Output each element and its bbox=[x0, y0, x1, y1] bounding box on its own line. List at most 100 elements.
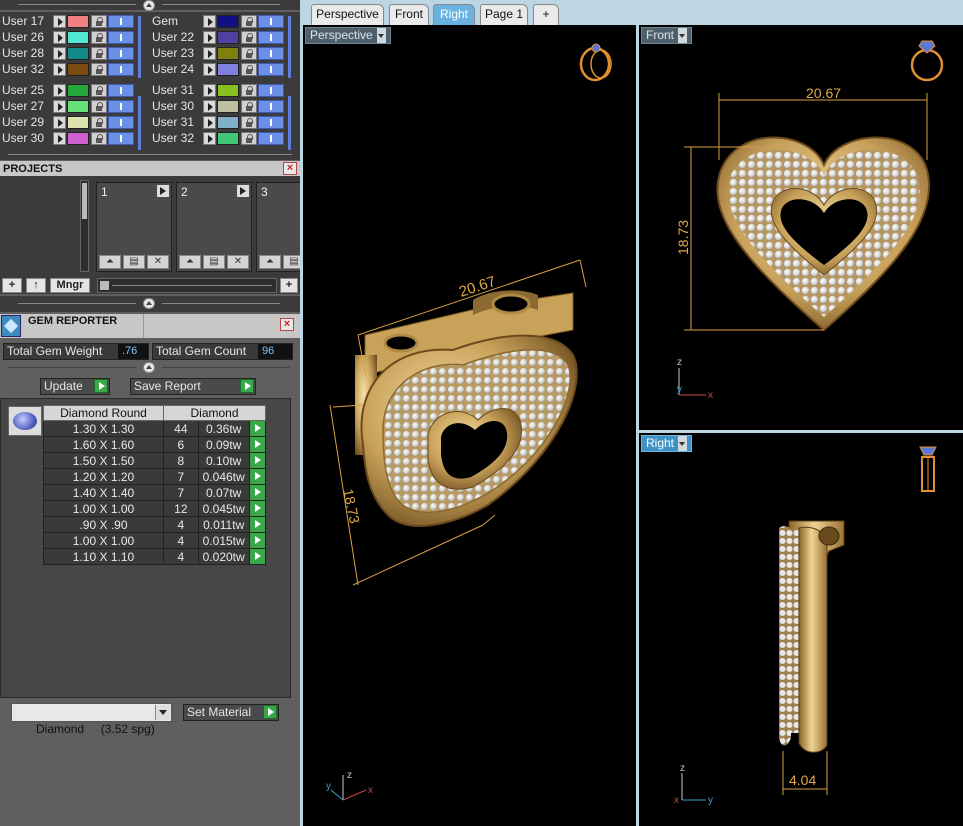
layer-row[interactable]: User 31 bbox=[150, 83, 295, 98]
lock-icon[interactable] bbox=[91, 132, 107, 145]
lock-icon[interactable] bbox=[241, 116, 257, 129]
layer-row[interactable]: User 23 bbox=[150, 46, 295, 61]
layer-color-swatch[interactable] bbox=[217, 63, 239, 76]
gem-row-play-icon[interactable] bbox=[248, 436, 267, 453]
layer-expand-icon[interactable] bbox=[203, 116, 216, 129]
save-report-button[interactable]: Save Report bbox=[130, 378, 256, 395]
tab-front[interactable]: Front bbox=[389, 4, 429, 25]
layer-color-swatch[interactable] bbox=[217, 116, 239, 129]
gem-table-row[interactable]: 1.40 X 1.40 7 0.07tw bbox=[43, 484, 267, 501]
layer-row[interactable]: User 30 bbox=[0, 131, 145, 146]
layer-row[interactable]: User 22 bbox=[150, 30, 295, 45]
layer-expand-icon[interactable] bbox=[203, 15, 216, 28]
layer-color-swatch[interactable] bbox=[67, 100, 89, 113]
layer-color-swatch[interactable] bbox=[67, 84, 89, 97]
collapse-arrow-icon[interactable] bbox=[143, 0, 155, 11]
gem-table-row[interactable]: 1.10 X 1.10 4 0.020tw bbox=[43, 548, 267, 565]
layer-color-swatch[interactable] bbox=[67, 31, 89, 44]
layers-projects-divider[interactable] bbox=[0, 150, 300, 160]
layer-visibility-toggle[interactable] bbox=[108, 47, 134, 60]
gem-reporter-collapse[interactable] bbox=[0, 362, 300, 374]
add-project-button[interactable]: + bbox=[2, 278, 22, 293]
layer-color-swatch[interactable] bbox=[217, 100, 239, 113]
layer-visibility-toggle[interactable] bbox=[108, 84, 134, 97]
gem-table-row[interactable]: 1.50 X 1.50 8 0.10tw bbox=[43, 452, 267, 469]
layer-visibility-toggle[interactable] bbox=[258, 132, 284, 145]
layer-expand-icon[interactable] bbox=[203, 100, 216, 113]
layer-row[interactable]: User 31 bbox=[150, 115, 295, 130]
layer-expand-icon[interactable] bbox=[53, 31, 66, 44]
lock-icon[interactable] bbox=[241, 31, 257, 44]
project-delete-icon[interactable]: ✕ bbox=[227, 255, 249, 269]
layer-visibility-toggle[interactable] bbox=[258, 47, 284, 60]
gem-table-row[interactable]: 1.20 X 1.20 7 0.046tw bbox=[43, 468, 267, 485]
layer-expand-icon[interactable] bbox=[53, 63, 66, 76]
tab-right[interactable]: Right bbox=[433, 4, 475, 25]
layer-row[interactable]: User 29 bbox=[0, 115, 145, 130]
layer-row[interactable]: Gem bbox=[150, 14, 295, 29]
front-viewport[interactable]: Front 20.67 18.73 z x y bbox=[639, 25, 963, 430]
lock-icon[interactable] bbox=[91, 116, 107, 129]
layer-expand-icon[interactable] bbox=[53, 84, 66, 97]
gem-row-play-icon[interactable] bbox=[248, 500, 267, 517]
lock-icon[interactable] bbox=[91, 31, 107, 44]
project-delete-icon[interactable]: ✕ bbox=[147, 255, 169, 269]
layer-visibility-toggle[interactable] bbox=[108, 132, 134, 145]
layer-visibility-toggle[interactable] bbox=[258, 116, 284, 129]
layers-collapse-handle[interactable] bbox=[0, 0, 300, 11]
layer-row[interactable]: User 32 bbox=[150, 131, 295, 146]
collapse-arrow-icon[interactable] bbox=[143, 362, 155, 373]
gem-table-row[interactable]: 1.00 X 1.00 12 0.045tw bbox=[43, 500, 267, 517]
project-save-icon[interactable]: ▤ bbox=[123, 255, 145, 269]
save-report-play-icon[interactable] bbox=[240, 379, 254, 393]
layer-row[interactable]: User 26 bbox=[0, 30, 145, 45]
lock-icon[interactable] bbox=[91, 63, 107, 76]
layer-row[interactable]: User 25 bbox=[0, 83, 145, 98]
layer-visibility-toggle[interactable] bbox=[108, 100, 134, 113]
layer-color-swatch[interactable] bbox=[217, 31, 239, 44]
layer-row[interactable]: User 30 bbox=[150, 99, 295, 114]
project-play-icon[interactable] bbox=[157, 185, 169, 197]
project-card[interactable]: 2 ⏶ ▤ ✕ bbox=[176, 182, 252, 272]
layer-row[interactable]: User 27 bbox=[0, 99, 145, 114]
gem-row-play-icon[interactable] bbox=[248, 548, 267, 565]
lock-icon[interactable] bbox=[91, 84, 107, 97]
layer-color-swatch[interactable] bbox=[217, 47, 239, 60]
layer-row[interactable]: User 28 bbox=[0, 46, 145, 61]
projects-gem-divider[interactable] bbox=[0, 296, 300, 312]
layer-visibility-toggle[interactable] bbox=[108, 15, 134, 28]
layer-visibility-toggle[interactable] bbox=[108, 63, 134, 76]
tab-page-1[interactable]: Page 1 bbox=[480, 4, 528, 25]
layer-expand-icon[interactable] bbox=[53, 100, 66, 113]
projects-close-icon[interactable]: × bbox=[283, 162, 297, 175]
layer-expand-icon[interactable] bbox=[203, 84, 216, 97]
layer-visibility-toggle[interactable] bbox=[108, 116, 134, 129]
layer-expand-icon[interactable] bbox=[203, 132, 216, 145]
gem-row-play-icon[interactable] bbox=[248, 484, 267, 501]
lock-icon[interactable] bbox=[241, 47, 257, 60]
lock-icon[interactable] bbox=[241, 63, 257, 76]
gem-table-row[interactable]: 1.00 X 1.00 4 0.015tw bbox=[43, 532, 267, 549]
layer-visibility-toggle[interactable] bbox=[258, 100, 284, 113]
layer-expand-icon[interactable] bbox=[53, 47, 66, 60]
lock-icon[interactable] bbox=[241, 132, 257, 145]
collapse-arrow-icon[interactable] bbox=[143, 298, 155, 309]
tab-perspective[interactable]: Perspective bbox=[311, 4, 384, 25]
update-play-icon[interactable] bbox=[94, 379, 108, 393]
gem-row-play-icon[interactable] bbox=[248, 452, 267, 469]
gem-row-play-icon[interactable] bbox=[248, 532, 267, 549]
layer-color-swatch[interactable] bbox=[67, 132, 89, 145]
gem-row-play-icon[interactable] bbox=[248, 516, 267, 533]
layer-row[interactable]: User 24 bbox=[150, 62, 295, 77]
layer-color-swatch[interactable] bbox=[67, 116, 89, 129]
project-card[interactable]: 3 ⏶ ▤ bbox=[256, 182, 300, 272]
layer-color-swatch[interactable] bbox=[67, 15, 89, 28]
project-up-button[interactable]: ↑ bbox=[26, 278, 46, 293]
project-upload-icon[interactable]: ⏶ bbox=[259, 255, 281, 269]
lock-icon[interactable] bbox=[241, 100, 257, 113]
lock-icon[interactable] bbox=[241, 84, 257, 97]
gem-row-play-icon[interactable] bbox=[248, 468, 267, 485]
lock-icon[interactable] bbox=[91, 15, 107, 28]
project-save-icon[interactable]: ▤ bbox=[203, 255, 225, 269]
lock-icon[interactable] bbox=[91, 47, 107, 60]
